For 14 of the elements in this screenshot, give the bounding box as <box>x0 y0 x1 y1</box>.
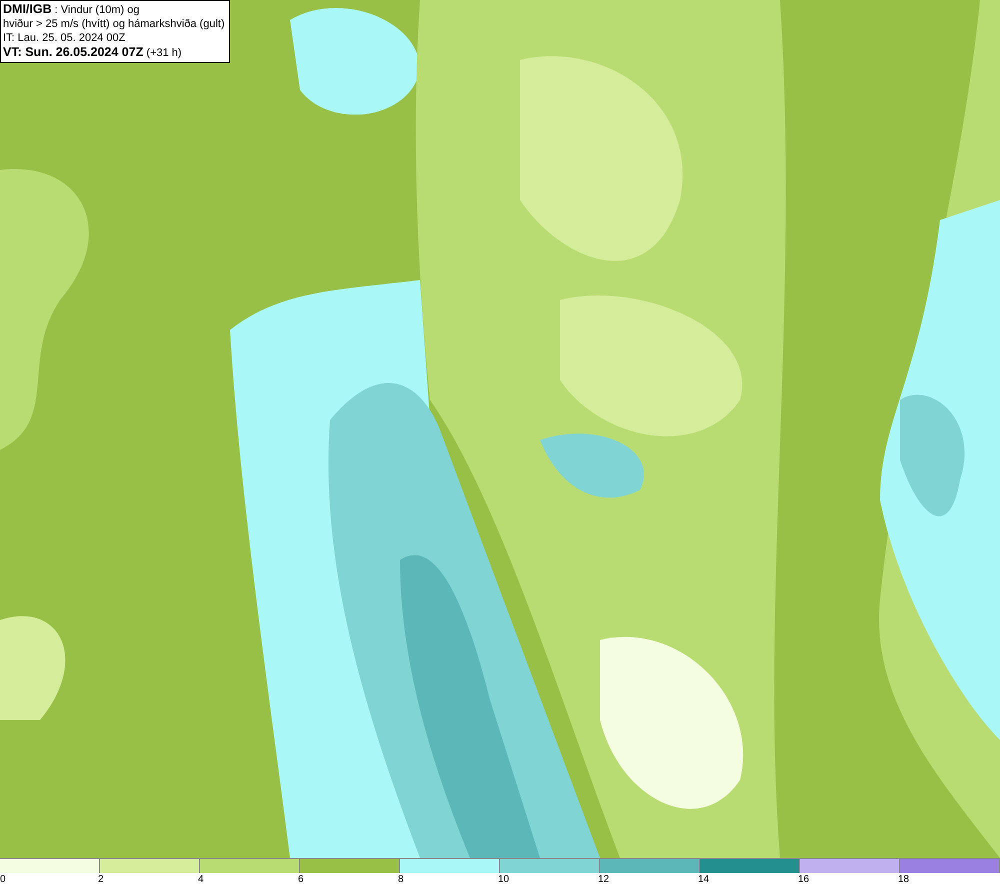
scale-label: 2 <box>98 874 104 885</box>
scale-label: 10 <box>498 874 510 885</box>
scale-label: 18 <box>898 874 910 885</box>
header-line: hviður > 25 m/s (hvítt) og hámarkshviða (gult) <box>3 17 225 31</box>
scale-label: 8 <box>398 874 404 885</box>
header-line: VT: Sun. 26.05.2024 07Z (+31 h) <box>3 45 183 60</box>
header-line: DMI/IGB : Vindur (10m) og <box>3 2 140 17</box>
scale-label: 14 <box>698 874 710 885</box>
scale-label: 0 <box>0 874 6 885</box>
scale-label: 6 <box>298 874 304 885</box>
scale-label: 4 <box>198 874 204 885</box>
header-line: IT: Lau. 25. 05. 2024 00Z <box>3 31 126 45</box>
scale-label: 16 <box>798 874 810 885</box>
scale-label: 12 <box>598 874 610 885</box>
